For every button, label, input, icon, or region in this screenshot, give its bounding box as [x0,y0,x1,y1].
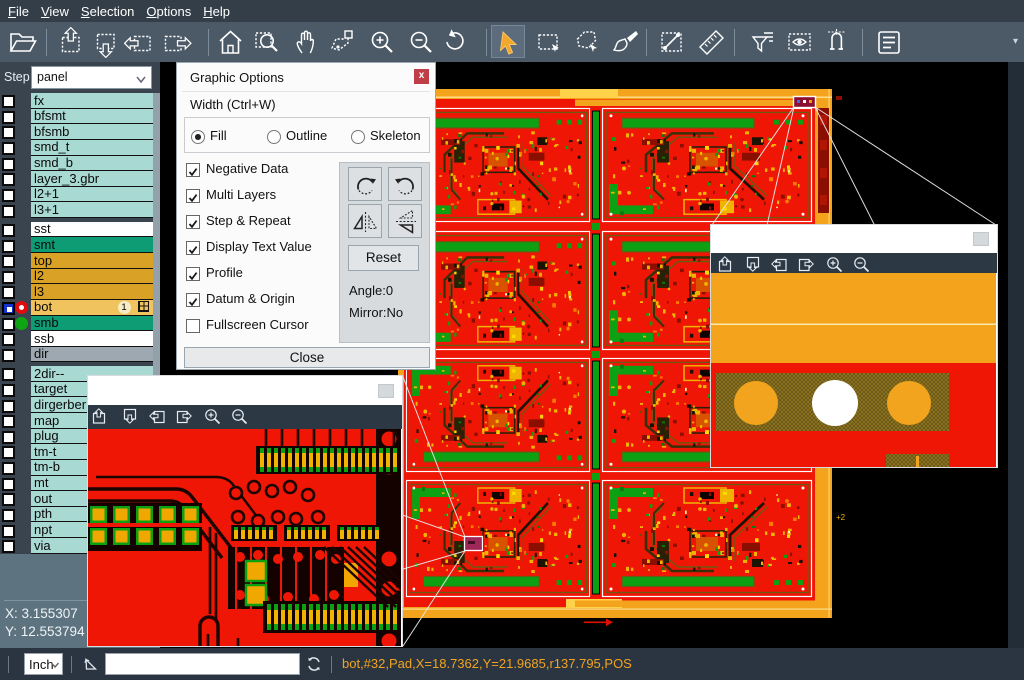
svg-text:+2: +2 [836,513,846,522]
